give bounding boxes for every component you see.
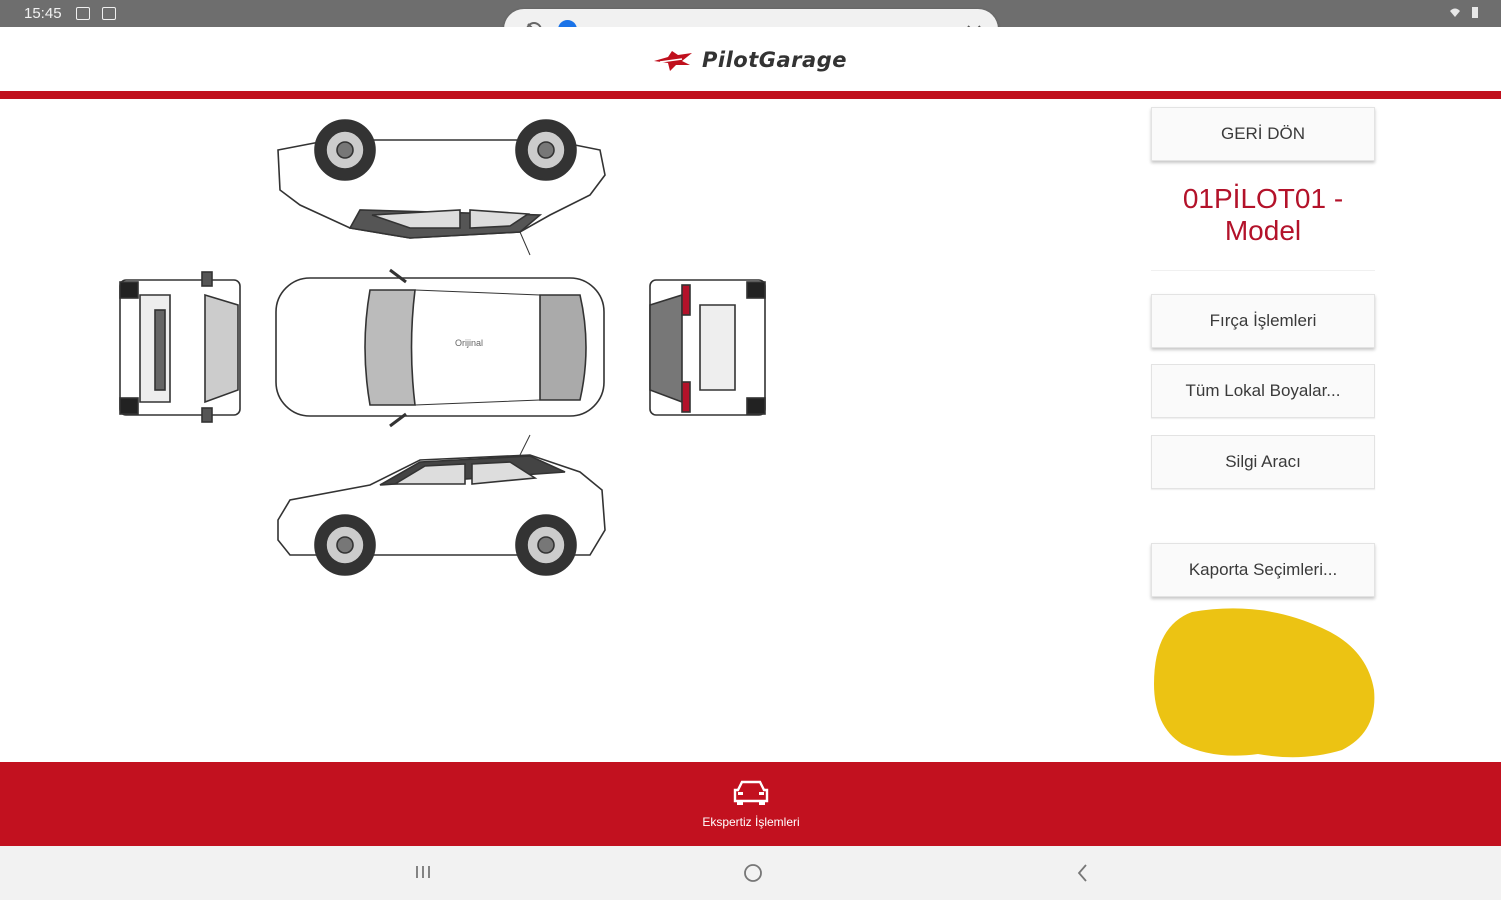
back-icon[interactable] [1074, 862, 1092, 889]
body-selection-button[interactable]: Kaporta Seçimleri... [1151, 543, 1375, 597]
home-icon[interactable] [742, 862, 764, 889]
brand-name: PilotGarage [702, 48, 847, 72]
system-navigation-bar [0, 846, 1501, 900]
vehicle-plate: 01PİLOT01 - [1182, 183, 1344, 214]
status-time: 15:45 [24, 5, 62, 22]
car-top-view[interactable] [275, 268, 605, 428]
gallery-notification-icon [76, 7, 90, 20]
vehicle-model: Model [1224, 215, 1302, 246]
app-logo: PilotGarage [652, 47, 847, 73]
car-icon [733, 780, 769, 805]
selected-color-swatch[interactable] [1152, 604, 1376, 760]
car-front-view[interactable] [119, 271, 241, 423]
tab-label: Ekspertiz İşlemleri [702, 815, 800, 829]
car-damage-diagram[interactable]: Orijinal [110, 110, 780, 590]
logo-mark-icon [654, 51, 692, 71]
battery-icon [1469, 6, 1481, 19]
bottom-navigation: Ekspertiz İşlemleri [0, 762, 1501, 846]
eraser-tool-button[interactable]: Silgi Aracı [1151, 435, 1375, 489]
car-rear-view[interactable] [649, 279, 766, 416]
all-local-paints-button[interactable]: Tüm Lokal Boyalar... [1151, 364, 1375, 418]
wifi-icon [1449, 6, 1461, 19]
header-divider [0, 91, 1501, 99]
vehicle-plate-model: 01PİLOT01 - Model [1151, 183, 1375, 247]
back-button[interactable]: GERİ DÖN [1151, 107, 1375, 161]
tab-expertise-operations[interactable]: Ekspertiz İşlemleri [690, 778, 812, 829]
app-notification-icon [102, 7, 116, 20]
recent-apps-icon[interactable] [413, 862, 433, 887]
car-side-view-top[interactable] [277, 119, 606, 256]
brush-tools-button[interactable]: Fırça İşlemleri [1151, 294, 1375, 348]
car-side-view-bottom[interactable] [277, 434, 606, 576]
original-part-label: Orijinal [455, 338, 483, 348]
app-header: PilotGarage [0, 27, 1501, 91]
panel-divider [1151, 270, 1375, 271]
